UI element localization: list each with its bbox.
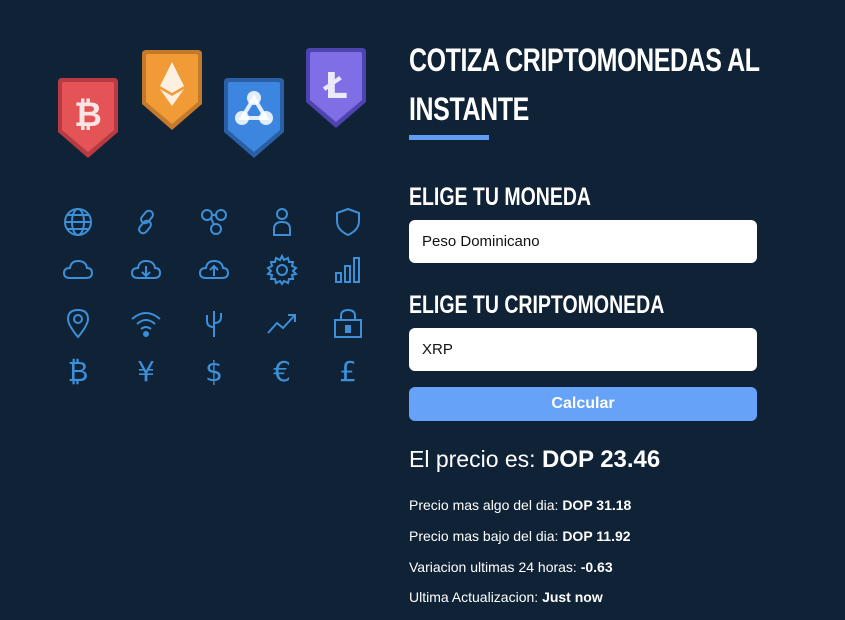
location-pin-icon (60, 305, 96, 341)
low-price-label: Precio mas bajo del dia: (409, 528, 563, 544)
euro-icon: € (273, 355, 291, 388)
low-price-value: DOP 11.92 (562, 528, 631, 544)
change-value: -0.63 (580, 559, 613, 575)
wifi-icon (128, 305, 164, 341)
cloud-download-icon (128, 252, 164, 288)
ripple-badge-icon (224, 78, 284, 158)
link-icon (128, 204, 164, 240)
yen-icon: ¥ (137, 355, 155, 388)
crypto-select-value: XRP (422, 341, 453, 358)
price-label: El precio es: (409, 446, 542, 472)
calculate-button[interactable]: Calcular (409, 387, 757, 421)
low-price-row: Precio mas bajo del dia: DOP 11.92 (409, 528, 631, 544)
cloud-icon (60, 252, 96, 288)
ethereum-badge-icon (142, 50, 202, 130)
high-price-row: Precio mas algo del dia: DOP 31.18 (409, 497, 631, 513)
bitcoin-icon: ₿ (67, 355, 89, 388)
shield-icon (330, 204, 366, 240)
globe-icon (60, 204, 96, 240)
svg-text:Ł: Ł (322, 66, 347, 107)
high-price-label: Precio mas algo del dia: (409, 497, 563, 513)
pound-icon: £ (339, 355, 357, 388)
crypto-illustration: ₿ Ł ₿ ¥ $ € £ (0, 0, 400, 620)
price-value: DOP 23.46 (541, 446, 661, 473)
updated-label: Ultima Actualizacion: (409, 589, 543, 605)
gear-icon (264, 252, 300, 288)
trend-up-icon (264, 305, 300, 341)
currency-select[interactable]: Peso Dominicano (409, 220, 757, 263)
user-icon (264, 204, 300, 240)
cactus-icon (196, 305, 232, 341)
title-underline (409, 135, 489, 140)
page-title: Cotiza Criptomonedas al Instante (409, 42, 760, 127)
svg-text:₿: ₿ (74, 95, 102, 135)
bitcoin-badge-icon: ₿ (58, 78, 118, 158)
updated-value: Just now (542, 589, 603, 605)
currency-label: Elige tu Moneda (409, 183, 592, 211)
crypto-label: Elige tu Criptomoneda (409, 291, 665, 319)
currency-select-value: Peso Dominicano (422, 233, 540, 250)
litecoin-badge-icon: Ł (306, 48, 366, 128)
high-price-value: DOP 31.18 (562, 497, 632, 513)
lock-icon (330, 305, 366, 341)
cloud-upload-icon (196, 252, 232, 288)
change-label: Variacion ultimas 24 horas: (409, 559, 581, 575)
nodes-icon (196, 204, 232, 240)
bar-chart-icon (330, 252, 366, 288)
price-result: El precio es: DOP 23.46 (409, 446, 660, 474)
updated-row: Ultima Actualizacion: Just now (409, 589, 603, 605)
dollar-icon: $ (205, 355, 223, 388)
change-row: Variacion ultimas 24 horas: -0.63 (409, 559, 613, 575)
crypto-select[interactable]: XRP (409, 328, 757, 371)
